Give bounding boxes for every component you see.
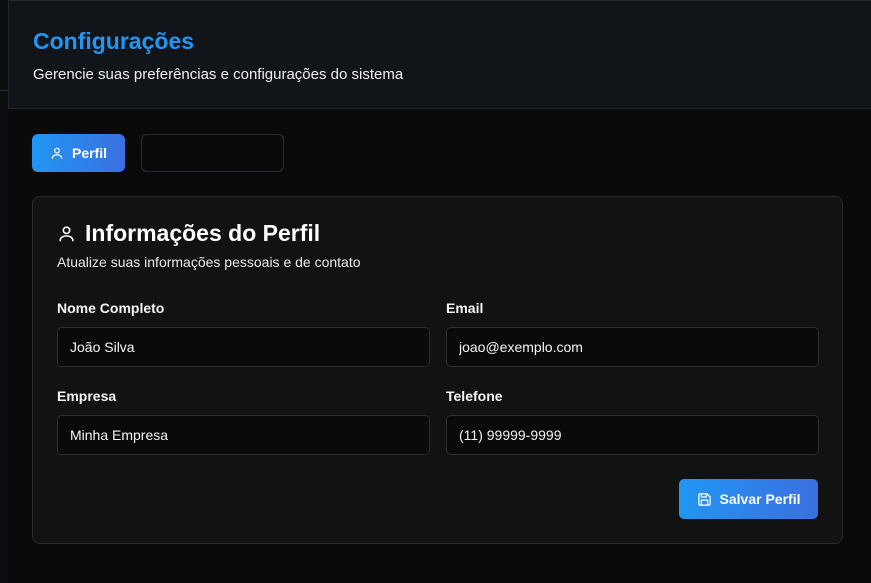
profile-card: Informações do Perfil Atualize suas info…	[32, 196, 843, 544]
company-label: Empresa	[57, 388, 117, 404]
tab-perfil-label: Perfil	[71, 145, 107, 161]
save-profile-label: Salvar Perfil	[719, 491, 801, 507]
phone-input[interactable]	[446, 415, 819, 455]
page-title: Configurações	[33, 28, 195, 54]
email-input[interactable]	[446, 327, 819, 367]
email-label: Email	[446, 300, 484, 316]
left-sidebar-strip	[0, 0, 8, 583]
settings-page: Configurações Gerencie suas preferências…	[0, 0, 871, 583]
tab-secondary[interactable]	[141, 134, 284, 172]
company-input[interactable]	[57, 415, 430, 455]
user-icon	[57, 224, 76, 243]
profile-card-title: Informações do Perfil	[85, 220, 321, 246]
save-profile-button[interactable]: Salvar Perfil	[679, 479, 818, 519]
sidebar-divider	[0, 90, 8, 91]
page-subtitle: Gerencie suas preferências e configuraçõ…	[33, 66, 404, 83]
profile-card-header: Informações do Perfil	[57, 219, 320, 247]
name-input[interactable]	[57, 327, 430, 367]
name-label: Nome Completo	[57, 300, 165, 316]
page-header: Configurações Gerencie suas preferências…	[8, 0, 871, 109]
phone-label: Telefone	[446, 388, 503, 404]
save-icon	[697, 492, 712, 507]
user-icon	[50, 146, 64, 160]
tab-perfil[interactable]: Perfil	[32, 134, 125, 172]
profile-card-subtitle: Atualize suas informações pessoais e de …	[57, 254, 361, 270]
